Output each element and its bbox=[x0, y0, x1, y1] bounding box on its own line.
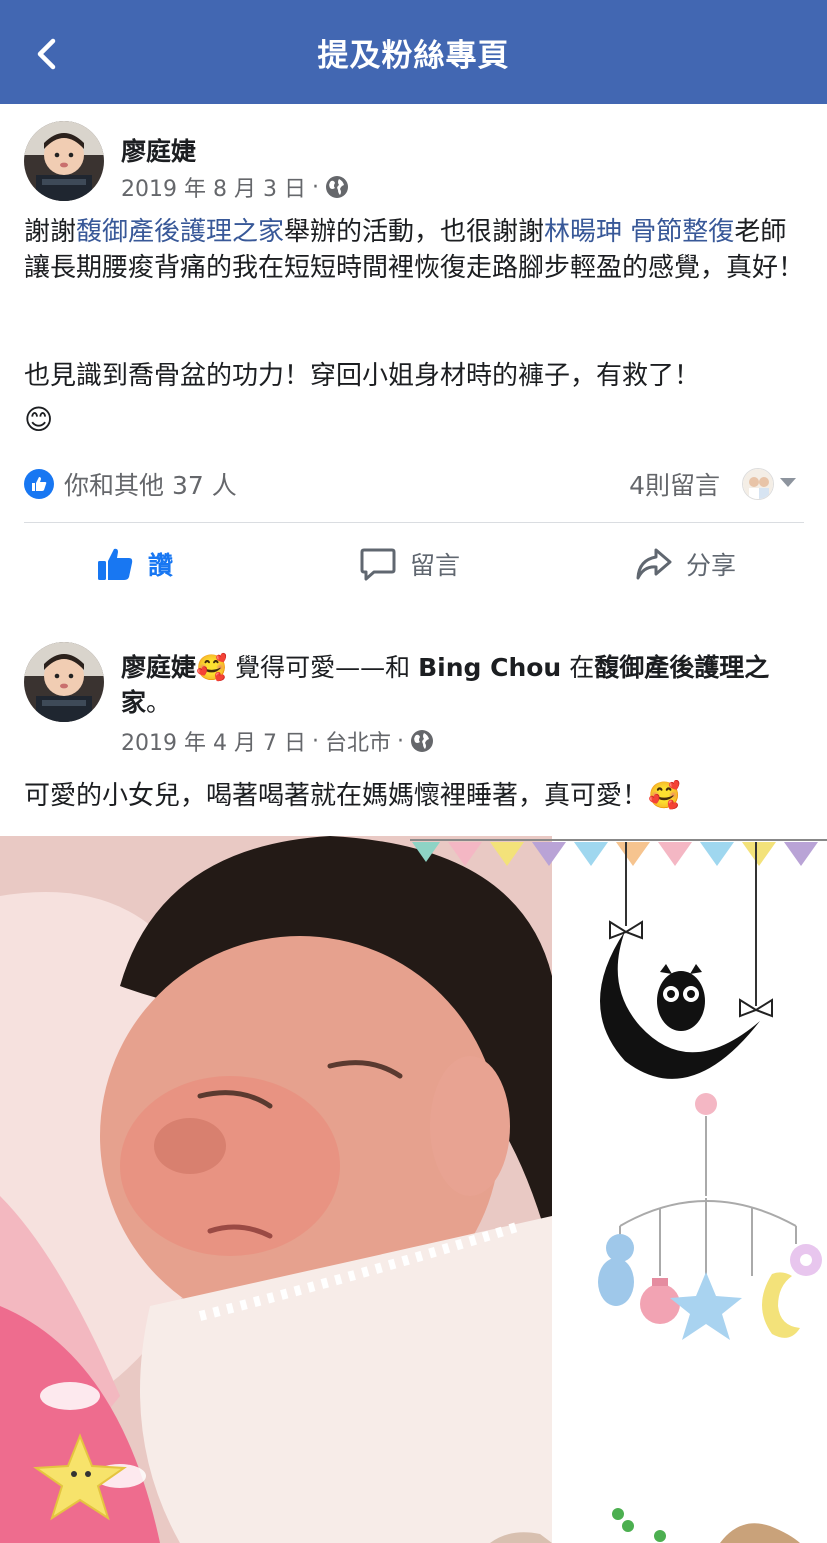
globe-icon bbox=[410, 730, 433, 752]
page-avatar[interactable] bbox=[742, 468, 774, 500]
text-segment: 可愛的小女兒，喝著喝著就在媽媽懷裡睡著，真可愛！ bbox=[24, 781, 649, 811]
post-header: 廖庭婕🥰 覺得可愛——和 Bing Chou 在馥御產後護理之家。 bbox=[121, 650, 801, 720]
smile-emoji: 😊 bbox=[24, 403, 54, 436]
share-arrow-icon bbox=[636, 548, 672, 580]
page-mention-link-2[interactable]: 林暘珅 骨節整復 bbox=[544, 217, 734, 247]
like-label: 讚 bbox=[148, 551, 174, 580]
meta-separator: · bbox=[396, 728, 404, 754]
top-navigation-bar: 提及粉絲專頁 bbox=[0, 0, 827, 104]
action-bar: 讚 留言 分享 bbox=[0, 534, 827, 594]
period: 。 bbox=[146, 688, 172, 717]
author-avatar[interactable] bbox=[24, 121, 104, 201]
feeling-text: 覺得可愛 bbox=[235, 653, 336, 682]
comment-label: 留言 bbox=[410, 551, 461, 580]
text-segment: 謝謝 bbox=[24, 217, 77, 247]
speech-bubble-icon bbox=[360, 548, 396, 581]
text-segment: 舉辦的活動，也很謝謝 bbox=[284, 217, 545, 247]
like-button[interactable]: 讚 bbox=[96, 534, 173, 594]
share-label: 分享 bbox=[686, 551, 737, 580]
baby-photo-illustration bbox=[0, 836, 827, 1543]
globe-icon bbox=[325, 176, 348, 198]
chevron-down-icon[interactable] bbox=[780, 478, 796, 487]
like-reaction-icon bbox=[24, 469, 54, 499]
heart-face-emoji: 🥰 bbox=[648, 781, 681, 811]
comments-count[interactable]: 4則留言 bbox=[629, 466, 720, 502]
post-meta: 2019 年 8 月 3 日 · bbox=[121, 171, 349, 203]
meta-separator: · bbox=[311, 728, 319, 754]
post-date[interactable]: 2019 年 4 月 7 日 bbox=[121, 725, 306, 757]
post-photo[interactable] bbox=[0, 836, 827, 1543]
post-meta: 2019 年 4 月 7 日 · 台北市 · bbox=[121, 725, 434, 757]
at-word: 在 bbox=[569, 653, 595, 682]
post-date[interactable]: 2019 年 8 月 3 日 bbox=[121, 171, 306, 203]
page-title: 提及粉絲專頁 bbox=[317, 38, 510, 74]
comment-button[interactable]: 留言 bbox=[358, 534, 460, 594]
thumbs-up-icon bbox=[98, 548, 133, 580]
post-location[interactable]: 台北市 bbox=[325, 725, 391, 757]
with-word: 和 bbox=[385, 653, 411, 682]
reactions-count[interactable]: 你和其他 37 人 bbox=[64, 466, 237, 502]
author-name[interactable]: 廖庭婕 bbox=[121, 653, 196, 682]
post-text: 可愛的小女兒，喝著喝著就在媽媽懷裡睡著，真可愛！🥰 bbox=[24, 778, 809, 814]
divider bbox=[24, 522, 804, 523]
post-text: 謝謝馥御產後護理之家舉辦的活動，也很謝謝林暘珅 骨節整復老師讓長期腰痠背痛的我在… bbox=[24, 214, 809, 286]
reactions-bar: 你和其他 37 人 4則留言 bbox=[24, 464, 804, 504]
meta-separator: · bbox=[311, 174, 319, 200]
feeling-emoji: 🥰 bbox=[196, 653, 228, 682]
author-avatar[interactable] bbox=[24, 642, 104, 722]
dash: —— bbox=[335, 653, 386, 682]
author-name[interactable]: 廖庭婕 bbox=[121, 132, 196, 168]
page-mention-link[interactable]: 馥御產後護理之家 bbox=[76, 217, 284, 247]
post-text-paragraph-2: 也見識到喬骨盆的功力！穿回小姐身材時的褲子，有救了！ bbox=[24, 361, 701, 391]
share-button[interactable]: 分享 bbox=[634, 534, 736, 594]
tagged-person[interactable]: Bing Chou bbox=[418, 653, 561, 682]
